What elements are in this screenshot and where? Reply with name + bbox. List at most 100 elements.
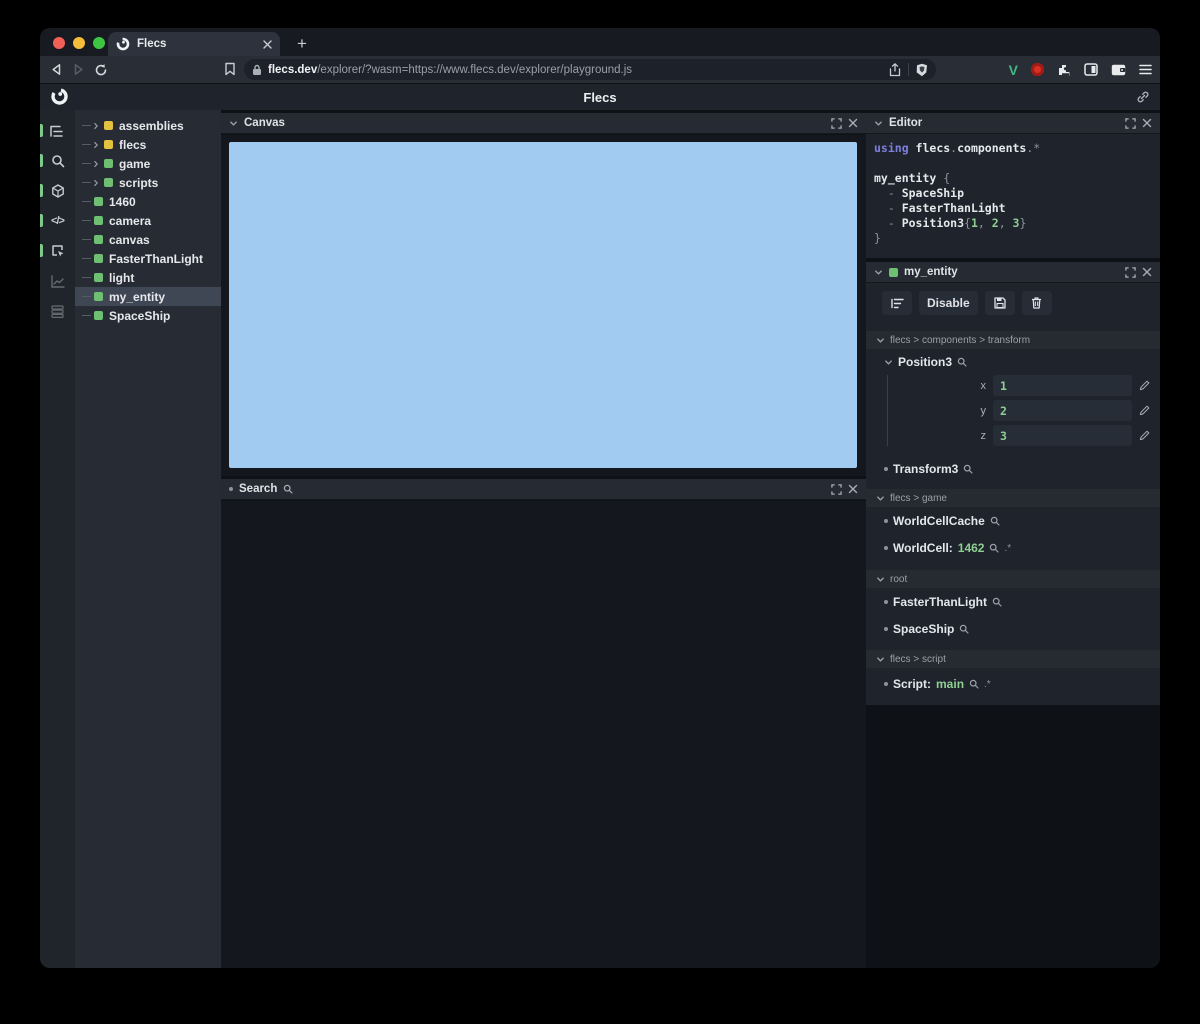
canvas-panel-header[interactable]: Canvas	[221, 113, 866, 134]
entity-color-dot	[104, 140, 113, 149]
magnifier-icon[interactable]	[969, 679, 979, 689]
tab-close-icon[interactable]	[263, 39, 272, 49]
minimize-window-button[interactable]	[73, 37, 85, 49]
expand-icon[interactable]	[1125, 266, 1136, 278]
component-value: 1462	[957, 541, 985, 555]
new-tab-button[interactable]: +	[290, 32, 314, 56]
close-icon[interactable]	[848, 118, 858, 128]
tree-item-scripts[interactable]: scripts	[75, 173, 221, 192]
wallet-icon[interactable]	[1111, 64, 1126, 76]
chevron-right-icon[interactable]	[92, 179, 100, 187]
magnifier-icon[interactable]	[957, 357, 967, 367]
brave-shield-icon[interactable]	[916, 63, 928, 77]
field-input-y[interactable]: 2	[993, 400, 1132, 421]
field-label: y	[980, 404, 987, 417]
delete-button[interactable]	[1021, 291, 1052, 315]
component-item-SpaceShip[interactable]: SpaceShip	[866, 621, 1160, 637]
pencil-icon[interactable]	[1139, 430, 1150, 441]
red-extension-icon[interactable]	[1031, 63, 1044, 76]
magnifier-icon[interactable]	[992, 597, 1002, 607]
tree-item-my_entity[interactable]: my_entity	[75, 287, 221, 306]
forward-icon[interactable]	[72, 63, 85, 76]
chevron-down-icon[interactable]	[876, 575, 885, 584]
url-bar[interactable]: flecs.dev/explorer/?wasm=https://www.fle…	[244, 59, 936, 80]
browser-window: Flecs + flecs.dev/explorer/?wasm=https:/…	[40, 28, 1160, 968]
save-button[interactable]	[984, 291, 1015, 315]
tree-item-SpaceShip[interactable]: SpaceShip	[75, 306, 221, 325]
close-icon[interactable]	[848, 484, 858, 494]
chevron-right-icon[interactable]	[92, 160, 100, 168]
inspect-icon[interactable]	[40, 240, 75, 262]
reload-icon[interactable]	[94, 63, 108, 77]
pencil-icon[interactable]	[1139, 405, 1150, 416]
bullet-icon	[229, 487, 233, 491]
back-icon[interactable]	[50, 63, 63, 76]
save-icon	[994, 297, 1006, 309]
magnifier-icon[interactable]	[990, 516, 1000, 526]
section-header[interactable]: root	[866, 570, 1160, 588]
code-icon[interactable]: </>	[40, 210, 75, 232]
sidebar-toggle-icon[interactable]	[1084, 63, 1098, 76]
browser-toolbar: flecs.dev/explorer/?wasm=https://www.fle…	[40, 56, 1160, 83]
package-icon[interactable]	[40, 180, 75, 202]
puzzle-icon[interactable]	[1057, 63, 1071, 77]
filter-button[interactable]	[882, 291, 912, 315]
section-header[interactable]: flecs > script	[866, 650, 1160, 668]
magnifier-icon[interactable]	[989, 543, 1000, 553]
field-input-x[interactable]: 1	[993, 375, 1132, 396]
component-item-Transform3[interactable]: Transform3	[866, 461, 1160, 477]
tree-item-flecs[interactable]: flecs	[75, 135, 221, 154]
expand-icon[interactable]	[831, 483, 842, 495]
link-icon[interactable]	[1136, 90, 1150, 104]
vue-devtools-icon[interactable]: V	[1009, 62, 1018, 78]
tree-item-FasterThanLight[interactable]: FasterThanLight	[75, 249, 221, 268]
section-header[interactable]: flecs > game	[866, 489, 1160, 507]
close-window-button[interactable]	[53, 37, 65, 49]
component-item-Script[interactable]: Script: main .*	[866, 676, 1160, 692]
chevron-down-icon[interactable]	[876, 655, 885, 664]
render-canvas[interactable]	[229, 142, 857, 468]
tree-item-game[interactable]: game	[75, 154, 221, 173]
rows-icon[interactable]	[40, 300, 75, 322]
search-icon[interactable]	[40, 150, 75, 172]
chevron-down-icon[interactable]	[876, 494, 885, 503]
close-icon[interactable]	[1142, 267, 1152, 277]
chevron-right-icon[interactable]	[92, 141, 100, 149]
tree-item-light[interactable]: light	[75, 268, 221, 287]
field-input-z[interactable]: 3	[993, 425, 1132, 446]
script-editor[interactable]: using flecs.components.* my_entity { - Sp…	[866, 134, 1160, 258]
chevron-down-icon[interactable]	[229, 119, 238, 128]
browser-tab[interactable]: Flecs	[108, 32, 280, 56]
tree-item-camera[interactable]: camera	[75, 211, 221, 230]
section-header[interactable]: flecs > components > transform	[866, 331, 1160, 349]
search-panel-header[interactable]: Search	[221, 479, 866, 500]
component-item-WorldCell[interactable]: WorldCell: 1462 .*	[866, 540, 1160, 556]
menu-icon[interactable]	[1139, 64, 1152, 75]
component-item-FasterThanLight[interactable]: FasterThanLight	[866, 594, 1160, 610]
chevron-down-icon[interactable]	[884, 358, 893, 367]
zoom-window-button[interactable]	[93, 37, 105, 49]
magnifier-icon[interactable]	[963, 464, 973, 474]
bookmark-icon[interactable]	[224, 62, 236, 76]
entity-panel-header[interactable]: my_entity	[866, 262, 1160, 283]
expand-icon[interactable]	[831, 117, 842, 129]
tree-item-assemblies[interactable]: assemblies	[75, 116, 221, 135]
component-item-Position3[interactable]: Position3	[866, 354, 1160, 370]
tree-item-1460[interactable]: 1460	[75, 192, 221, 211]
component-item-WorldCellCache[interactable]: WorldCellCache	[866, 513, 1160, 529]
component-suffix: .*	[1004, 542, 1012, 554]
close-icon[interactable]	[1142, 118, 1152, 128]
chevron-down-icon[interactable]	[874, 119, 883, 128]
chevron-right-icon[interactable]	[92, 122, 100, 130]
disable-button[interactable]: Disable	[919, 291, 978, 315]
pencil-icon[interactable]	[1139, 380, 1150, 391]
chevron-down-icon[interactable]	[874, 268, 883, 277]
magnifier-icon[interactable]	[959, 624, 969, 634]
share-icon[interactable]	[889, 62, 901, 77]
editor-panel-header[interactable]: Editor	[866, 113, 1160, 134]
chevron-down-icon[interactable]	[876, 336, 885, 345]
expand-icon[interactable]	[1125, 117, 1136, 129]
tree-item-canvas[interactable]: canvas	[75, 230, 221, 249]
tree-icon[interactable]	[40, 120, 75, 142]
chart-icon[interactable]	[40, 270, 75, 292]
